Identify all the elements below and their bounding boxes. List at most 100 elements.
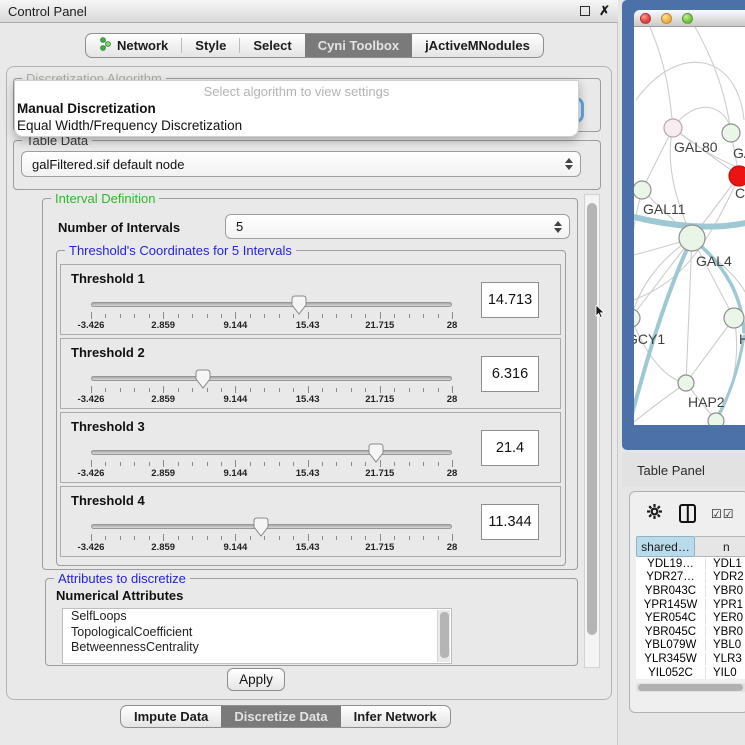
dropdown-option-equal-width[interactable]: Equal Width/Frequency Discretization: [15, 117, 578, 134]
threshold-2-value-field[interactable]: 6.316: [481, 356, 539, 392]
slider-track[interactable]: [91, 302, 452, 307]
table-panel-title: Table Panel: [637, 463, 705, 478]
table-row[interactable]: YPR145WYPR1: [636, 598, 745, 612]
table-row[interactable]: YDL19…YDL1: [636, 557, 745, 571]
network-node[interactable]: [634, 309, 640, 327]
close-icon[interactable]: ✗: [599, 6, 610, 16]
minimize-traffic-light[interactable]: [661, 13, 672, 24]
network-node-label: GCY1: [634, 331, 665, 347]
table-hscrollbar[interactable]: [636, 683, 745, 692]
tab-jactivemnodules[interactable]: jActiveMNodules: [412, 34, 543, 57]
table-row[interactable]: YBR045CYBR0: [636, 625, 745, 639]
list-scrollbar[interactable]: [437, 610, 450, 662]
slider-thumb[interactable]: [253, 517, 269, 537]
table-row[interactable]: YBR043CYBR0: [636, 584, 745, 598]
table-row[interactable]: YER054CYER0: [636, 611, 745, 625]
network-node[interactable]: [724, 308, 744, 328]
network-node[interactable]: [664, 119, 682, 137]
tab-discretize-data[interactable]: Discretize Data: [221, 706, 340, 727]
tab-label: Style: [195, 38, 226, 53]
threshold-4-panel: Threshold 4 -3.4262.8599.14415.4321.7152…: [60, 486, 561, 557]
hscrollbar-thumb[interactable]: [638, 684, 743, 691]
column-header-shared-name[interactable]: shared…: [636, 536, 695, 557]
tab-label: Select: [253, 38, 291, 53]
network-node-label: GAL80: [674, 139, 718, 155]
dropdown-option-manual[interactable]: Manual Discretization: [15, 100, 578, 117]
control-panel-titlebar: Control Panel ✗: [0, 0, 618, 23]
dropdown-prompt: Select algorithm to view settings: [15, 81, 578, 100]
network-edge[interactable]: [642, 128, 673, 190]
network-window-titlebar[interactable]: [634, 10, 745, 27]
table-data-value: galFiltered.sif default node: [32, 157, 184, 172]
gear-icon[interactable]: [646, 503, 663, 525]
slider-track[interactable]: [91, 450, 452, 455]
numerical-attributes-list[interactable]: SelfLoopsTopologicalCoefficientBetweenne…: [62, 608, 452, 664]
threshold-label: Threshold 3: [71, 419, 145, 434]
slider-thumb[interactable]: [291, 295, 307, 315]
attribute-list-item[interactable]: SelfLoops: [63, 609, 451, 625]
network-node[interactable]: [729, 166, 745, 186]
network-node[interactable]: [634, 181, 651, 199]
scrollbar-thumb[interactable]: [587, 203, 597, 635]
close-traffic-light[interactable]: [640, 13, 651, 24]
network-node[interactable]: [708, 413, 724, 425]
panel-title: Control Panel: [8, 4, 87, 19]
network-edge[interactable]: [634, 383, 686, 422]
tab-label: jActiveMNodules: [425, 38, 530, 53]
attribute-list-item[interactable]: TopologicalCoefficient: [63, 625, 451, 641]
thresholds-group-title: Threshold's Coordinates for 5 Intervals: [65, 243, 296, 258]
network-node-label: GAL4: [696, 253, 732, 269]
attribute-list-item[interactable]: BetweennessCentrality: [63, 640, 451, 656]
zoom-traffic-light[interactable]: [682, 13, 693, 24]
network-node[interactable]: [679, 225, 705, 251]
threshold-3-slider[interactable]: -3.4262.8599.14415.4321.71528: [91, 447, 452, 481]
network-node-label: H: [739, 331, 745, 347]
network-node[interactable]: [722, 124, 740, 142]
threshold-3-value-field[interactable]: 21.4: [481, 430, 539, 466]
threshold-1-value-field[interactable]: 14.713: [481, 282, 539, 318]
network-edge[interactable]: [686, 318, 734, 383]
numerical-attributes-label: Numerical Attributes: [56, 588, 183, 603]
slider-ticks: [91, 460, 452, 467]
threshold-4-slider[interactable]: -3.4262.8599.14415.4321.71528: [91, 521, 452, 555]
bottom-tab-bar: Impute Data Discretize Data Infer Networ…: [120, 705, 451, 728]
slider-thumb[interactable]: [368, 443, 384, 463]
tab-network[interactable]: Network: [86, 34, 181, 57]
number-of-intervals-combobox[interactable]: 5: [225, 214, 570, 239]
network-node-label: HAP2: [688, 394, 725, 410]
network-edge[interactable]: [650, 27, 673, 128]
network-node[interactable]: [678, 375, 694, 391]
tab-select[interactable]: Select: [240, 34, 304, 57]
columns-icon[interactable]: [679, 504, 696, 523]
tab-impute-data[interactable]: Impute Data: [121, 706, 221, 727]
combo-arrows-icon: [554, 221, 562, 233]
settings-scrollbar[interactable]: [584, 194, 600, 668]
slider-tick-labels: -3.4262.8599.14415.4321.71528: [91, 542, 452, 553]
column-header-name[interactable]: n: [695, 536, 745, 557]
table-row[interactable]: YDR27…YDR2: [636, 571, 745, 585]
slider-track[interactable]: [91, 524, 452, 529]
threshold-4-value-field[interactable]: 11.344: [481, 504, 539, 540]
attributes-group-title: Attributes to discretize: [54, 571, 190, 586]
tab-cyni-toolbox[interactable]: Cyni Toolbox: [305, 34, 412, 57]
checkbox-icons[interactable]: ☑☑: [711, 507, 735, 521]
network-canvas[interactable]: GAL80GACGAL11GAL4GCY1HHAP2: [634, 27, 745, 425]
float-window-icon[interactable]: [580, 6, 590, 16]
network-node-label: GAL11: [643, 201, 686, 217]
threshold-2-slider[interactable]: -3.4262.8599.14415.4321.71528: [91, 373, 452, 407]
slider-track[interactable]: [91, 376, 452, 381]
tab-style[interactable]: Style: [182, 34, 239, 57]
table-data-combobox[interactable]: galFiltered.sif default node: [21, 151, 581, 177]
table-row[interactable]: YLR345WYLR3: [636, 652, 745, 666]
slider-tick-labels: -3.4262.8599.14415.4321.71528: [91, 394, 452, 405]
table-panel: ☑☑ shared… n YDL19…YDL1YDR27…YDR2YBR043C…: [629, 491, 745, 713]
tab-label: Infer Network: [354, 709, 437, 724]
tab-infer-network[interactable]: Infer Network: [341, 706, 450, 727]
table-row[interactable]: YIL052CYIL0: [636, 666, 745, 679]
table-row[interactable]: YBL079WYBL0: [636, 639, 745, 653]
threshold-1-slider[interactable]: -3.4262.8599.14415.4321.71528: [91, 299, 452, 333]
slider-thumb[interactable]: [195, 369, 211, 389]
apply-button[interactable]: Apply: [227, 668, 285, 691]
table-body: YDL19…YDL1YDR27…YDR2YBR043CYBR0YPR145WYP…: [636, 557, 745, 679]
network-node-label: GA: [733, 145, 745, 161]
